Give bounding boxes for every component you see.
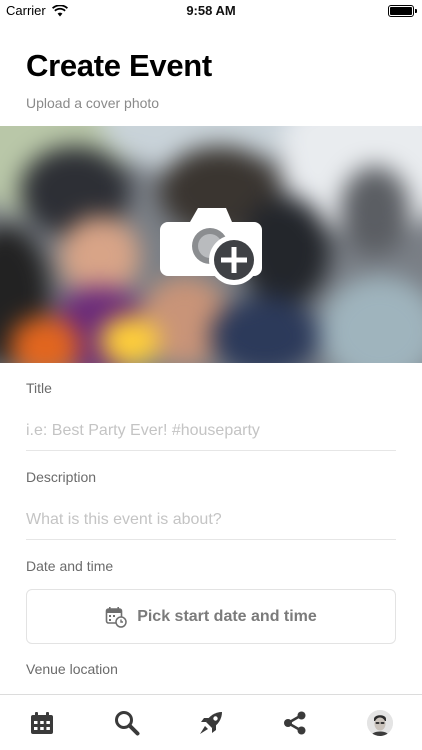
pick-date-label: Pick start date and time xyxy=(137,607,317,625)
calendar-clock-icon xyxy=(105,606,127,628)
rocket-icon xyxy=(200,711,223,734)
tab-search[interactable] xyxy=(84,695,168,750)
description-input[interactable] xyxy=(26,502,396,538)
status-bar: Carrier 9:58 AM xyxy=(0,0,422,22)
tab-events[interactable] xyxy=(0,695,84,750)
avatar xyxy=(366,709,393,736)
battery-icon xyxy=(388,5,417,17)
title-input[interactable] xyxy=(26,413,396,449)
page-title: Create Event xyxy=(26,48,212,83)
title-field xyxy=(26,413,396,451)
description-field xyxy=(26,502,396,540)
tab-bar xyxy=(0,694,422,750)
title-label: Title xyxy=(26,380,52,396)
cover-photo-picker[interactable] xyxy=(0,126,422,363)
tab-create[interactable] xyxy=(169,695,253,750)
date-time-label: Date and time xyxy=(26,558,114,574)
calendar-icon xyxy=(31,711,54,734)
tab-share[interactable] xyxy=(253,695,337,750)
cover-photo-hint: Upload a cover photo xyxy=(26,95,160,111)
tab-profile[interactable] xyxy=(338,695,422,750)
add-photo-camera-icon[interactable] xyxy=(158,200,264,292)
search-icon xyxy=(114,710,140,735)
pick-date-button[interactable]: Pick start date and time xyxy=(26,589,396,644)
description-label: Description xyxy=(26,469,97,485)
share-icon xyxy=(284,711,306,734)
venue-location-label: Venue location xyxy=(26,661,118,677)
clock: 9:58 AM xyxy=(186,3,236,18)
